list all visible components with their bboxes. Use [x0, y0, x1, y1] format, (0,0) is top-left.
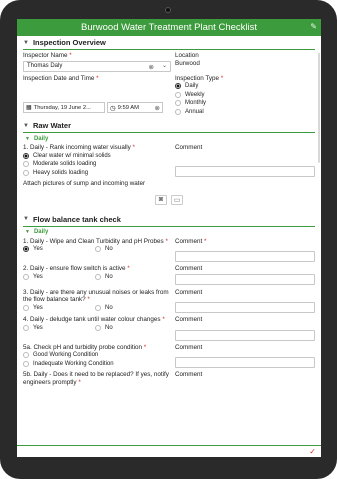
chevron-down-icon: ▼ — [23, 39, 29, 46]
radio-icon — [175, 91, 181, 98]
q5a-option-good[interactable]: Good Working Condition — [23, 351, 171, 360]
time-field[interactable]: ◷ 9:59 AM ⊗ — [107, 102, 163, 113]
q-flow-5a-label: 5a. Check pH and turbidity probe conditi… — [23, 343, 143, 351]
edit-pencil-icon[interactable]: ✎ — [310, 22, 317, 31]
radio-selected-icon — [23, 246, 29, 253]
radio-icon — [23, 169, 29, 176]
chevron-down-icon: ▼ — [25, 135, 30, 142]
q-flow-5b-label: 5b. Daily - Does it need to be replaced?… — [23, 371, 169, 386]
title-bar: Burwood Water Treatment Plant Checklist … — [17, 19, 321, 36]
radio-icon — [23, 352, 29, 359]
group-header-daily[interactable]: ▼ Daily — [17, 133, 321, 144]
tablet-frame: Burwood Water Treatment Plant Checklist … — [0, 0, 337, 479]
clear-icon[interactable]: ⊗ — [149, 63, 154, 71]
comment-label: Comment — [175, 316, 203, 323]
q2-no[interactable]: No — [95, 273, 167, 282]
radio-selected-icon — [23, 152, 29, 159]
inspector-value: Thomas Daly — [27, 63, 63, 69]
section-title: Inspection Overview — [32, 38, 106, 47]
type-option-daily[interactable]: Daily — [175, 82, 315, 91]
bottom-bar: ✓ — [17, 445, 321, 457]
q1-no[interactable]: No — [95, 245, 167, 254]
comment-label: Comment — [175, 237, 203, 245]
section-header-raw-water[interactable]: ▼ Raw Water — [17, 119, 321, 132]
form-content: ▼ Inspection Overview Inspector Name * T… — [17, 36, 321, 445]
q4-no[interactable]: No — [95, 324, 167, 333]
radio-icon — [23, 324, 29, 331]
radio-icon — [95, 273, 101, 280]
q3-yes[interactable]: Yes — [23, 304, 95, 313]
q2-comment-field[interactable] — [175, 273, 315, 285]
chevron-down-icon[interactable]: ⌄ — [162, 62, 167, 69]
date-value: Thursday, 19 June 2... — [33, 104, 91, 111]
inspector-select[interactable]: Thomas Daly ⊗ ⌄ — [23, 60, 171, 72]
q4-comment-field[interactable] — [175, 329, 315, 341]
radio-icon — [95, 324, 101, 331]
submit-check-icon[interactable]: ✓ — [309, 447, 316, 456]
app-title: Burwood Water Treatment Plant Checklist — [81, 22, 257, 33]
app-screen: Burwood Water Treatment Plant Checklist … — [17, 19, 321, 457]
scrollbar[interactable] — [318, 53, 320, 163]
comment-label: Comment — [175, 343, 203, 351]
clear-time-icon[interactable]: ⊗ — [155, 104, 160, 112]
inspector-label: Inspector Name — [23, 52, 68, 59]
section-title: Raw Water — [32, 121, 72, 130]
q-flow-4-label: 4. Daily - deludge tank until water colo… — [23, 316, 161, 323]
radio-icon — [175, 108, 181, 115]
group-header-daily[interactable]: ▼ Daily — [17, 227, 321, 238]
attach-label: Attach pictures of sump and incoming wat… — [23, 180, 146, 187]
raw-option-moderate[interactable]: Moderate solids loading — [23, 160, 171, 169]
section-title: Flow balance tank check — [32, 214, 121, 224]
date-field[interactable]: ▦ Thursday, 19 June 2... — [23, 102, 105, 113]
q-flow-2-label: 2. Daily - ensure flow switch is active — [23, 265, 126, 272]
radio-icon — [23, 360, 29, 367]
q-raw-1-label: 1. Daily - Rank incoming water visually — [23, 144, 131, 151]
radio-icon — [175, 100, 181, 107]
q2-yes[interactable]: Yes — [23, 273, 95, 282]
section-header-flow-balance[interactable]: ▼ Flow balance tank check — [17, 213, 321, 226]
location-label: Location — [175, 52, 199, 59]
front-camera — [165, 7, 171, 13]
date-label: Inspection Date and Time — [23, 74, 95, 82]
q5a-option-inadequate[interactable]: Inadequate Working Condition — [23, 360, 171, 369]
comment-label: Comment — [175, 144, 203, 151]
chevron-down-icon: ▼ — [25, 229, 30, 235]
comment-label: Comment — [175, 371, 203, 378]
q-flow-1-label: 1. Daily - Wipe and Clean Turbidity and … — [23, 237, 164, 245]
comment-label: Comment — [175, 288, 203, 296]
raw-option-clear[interactable]: Clear water w/ minimal solids — [23, 152, 171, 161]
q3-no[interactable]: No — [95, 304, 167, 313]
calendar-icon: ▦ — [26, 105, 32, 111]
type-option-annual[interactable]: Annual — [175, 108, 315, 117]
radio-icon — [23, 161, 29, 168]
radio-icon — [23, 304, 29, 311]
type-label: Inspection Type — [175, 74, 219, 82]
radio-icon — [95, 246, 101, 253]
radio-selected-icon — [175, 83, 181, 90]
location-value: Burwood — [175, 59, 200, 67]
section-header-inspection[interactable]: ▼ Inspection Overview — [17, 36, 321, 49]
radio-icon — [95, 304, 101, 311]
comment-label: Comment — [175, 265, 203, 272]
raw-comment-field[interactable] — [175, 165, 315, 177]
chevron-down-icon: ▼ — [23, 216, 29, 222]
radio-icon — [23, 273, 29, 280]
q3-comment-field[interactable] — [175, 302, 315, 313]
type-option-weekly[interactable]: Weekly — [175, 91, 315, 100]
q4-yes[interactable]: Yes — [23, 324, 95, 333]
type-option-monthly[interactable]: Monthly — [175, 99, 315, 108]
q1-yes[interactable]: Yes — [23, 245, 95, 254]
time-value: 9:59 AM — [117, 104, 139, 111]
q1-comment-field[interactable] — [175, 251, 315, 262]
raw-option-heavy[interactable]: Heavy solids loading — [23, 169, 171, 178]
folder-icon[interactable]: ▭ — [171, 194, 183, 205]
camera-icon[interactable]: ◙ — [155, 194, 167, 205]
q5a-comment-field[interactable] — [175, 357, 315, 368]
q-flow-3-label: 3. Daily - are there any unusual noises … — [23, 288, 169, 304]
clock-icon: ◷ — [110, 104, 116, 112]
chevron-down-icon: ▼ — [23, 122, 29, 129]
